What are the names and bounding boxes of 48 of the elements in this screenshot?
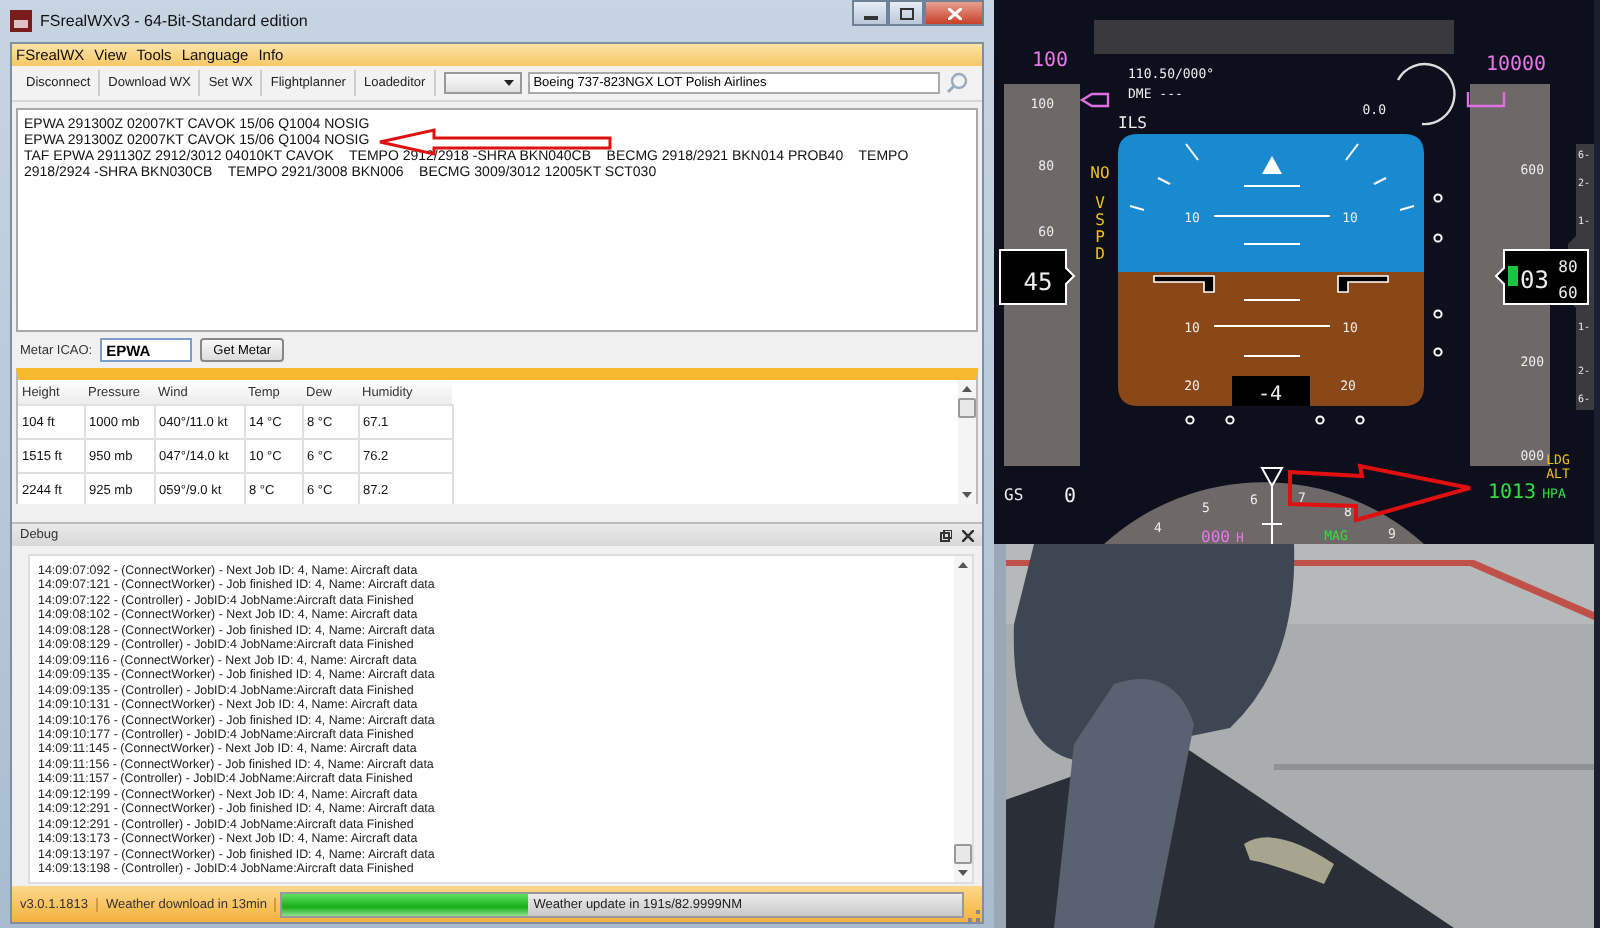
altitude-value: 03 — [1520, 266, 1549, 294]
scroll-down-icon[interactable] — [958, 870, 968, 876]
airspeed-value: 45 — [1023, 268, 1053, 296]
altitude-bug-marker — [1466, 92, 1506, 108]
scroll-thumb[interactable] — [958, 398, 976, 418]
ground-speed-label: GS — [1004, 486, 1024, 504]
deviation-dot — [1185, 415, 1195, 425]
app-icon[interactable] — [10, 10, 32, 32]
caret-icon[interactable] — [503, 80, 514, 86]
minimize-button[interactable] — [852, 0, 888, 26]
scroll-up-icon[interactable] — [962, 386, 972, 392]
scrollbar[interactable] — [954, 556, 972, 882]
maximize-button[interactable] — [888, 0, 924, 26]
resize-grip-icon[interactable] — [968, 910, 980, 922]
scrollbar[interactable] — [958, 380, 976, 504]
pin-icon[interactable] — [940, 529, 952, 541]
speed-bug-value: 100 — [1031, 50, 1069, 72]
dial-gauge — [1396, 62, 1456, 126]
approach-mode: ILS — [1118, 114, 1147, 132]
altitude-value: 60 — [1558, 284, 1578, 302]
ground-speed-value: 0 — [1063, 486, 1077, 508]
heading-pointer — [1260, 467, 1284, 489]
close-icon[interactable] — [962, 529, 974, 541]
scroll-down-icon[interactable] — [962, 492, 972, 498]
speed-readout-box — [999, 249, 1076, 305]
baro-setting: 1013 — [1487, 482, 1537, 504]
flag-text: VSPD — [1095, 194, 1105, 263]
pitch-readout-box — [1232, 376, 1310, 406]
maximize-icon[interactable] — [899, 7, 913, 19]
heading-value: 000 — [1201, 528, 1230, 544]
weather-text-box[interactable] — [16, 108, 978, 332]
deviation-dot — [1225, 415, 1235, 425]
flag-text: NO — [1090, 164, 1110, 182]
deviation-dot — [1355, 415, 1365, 425]
deviation-dot — [1433, 347, 1443, 357]
deviation-dot — [1433, 233, 1443, 243]
scroll-thumb[interactable] — [954, 844, 972, 864]
altitude-bug-value: 10000 — [1485, 54, 1547, 76]
hatch-marker — [1508, 266, 1518, 286]
window-title: FSrealWXv3 - 64-Bit-Standard edition — [40, 12, 310, 30]
deviation-dot — [1433, 309, 1443, 319]
altitude-value: 80 — [1558, 258, 1578, 276]
scroll-up-icon[interactable] — [958, 562, 968, 568]
deviation-dot — [1315, 415, 1325, 425]
deviation-dot — [1433, 193, 1443, 203]
pitch-readout: -4 — [1257, 384, 1283, 406]
close-button[interactable] — [924, 0, 984, 26]
speed-bug-marker — [1079, 92, 1110, 108]
